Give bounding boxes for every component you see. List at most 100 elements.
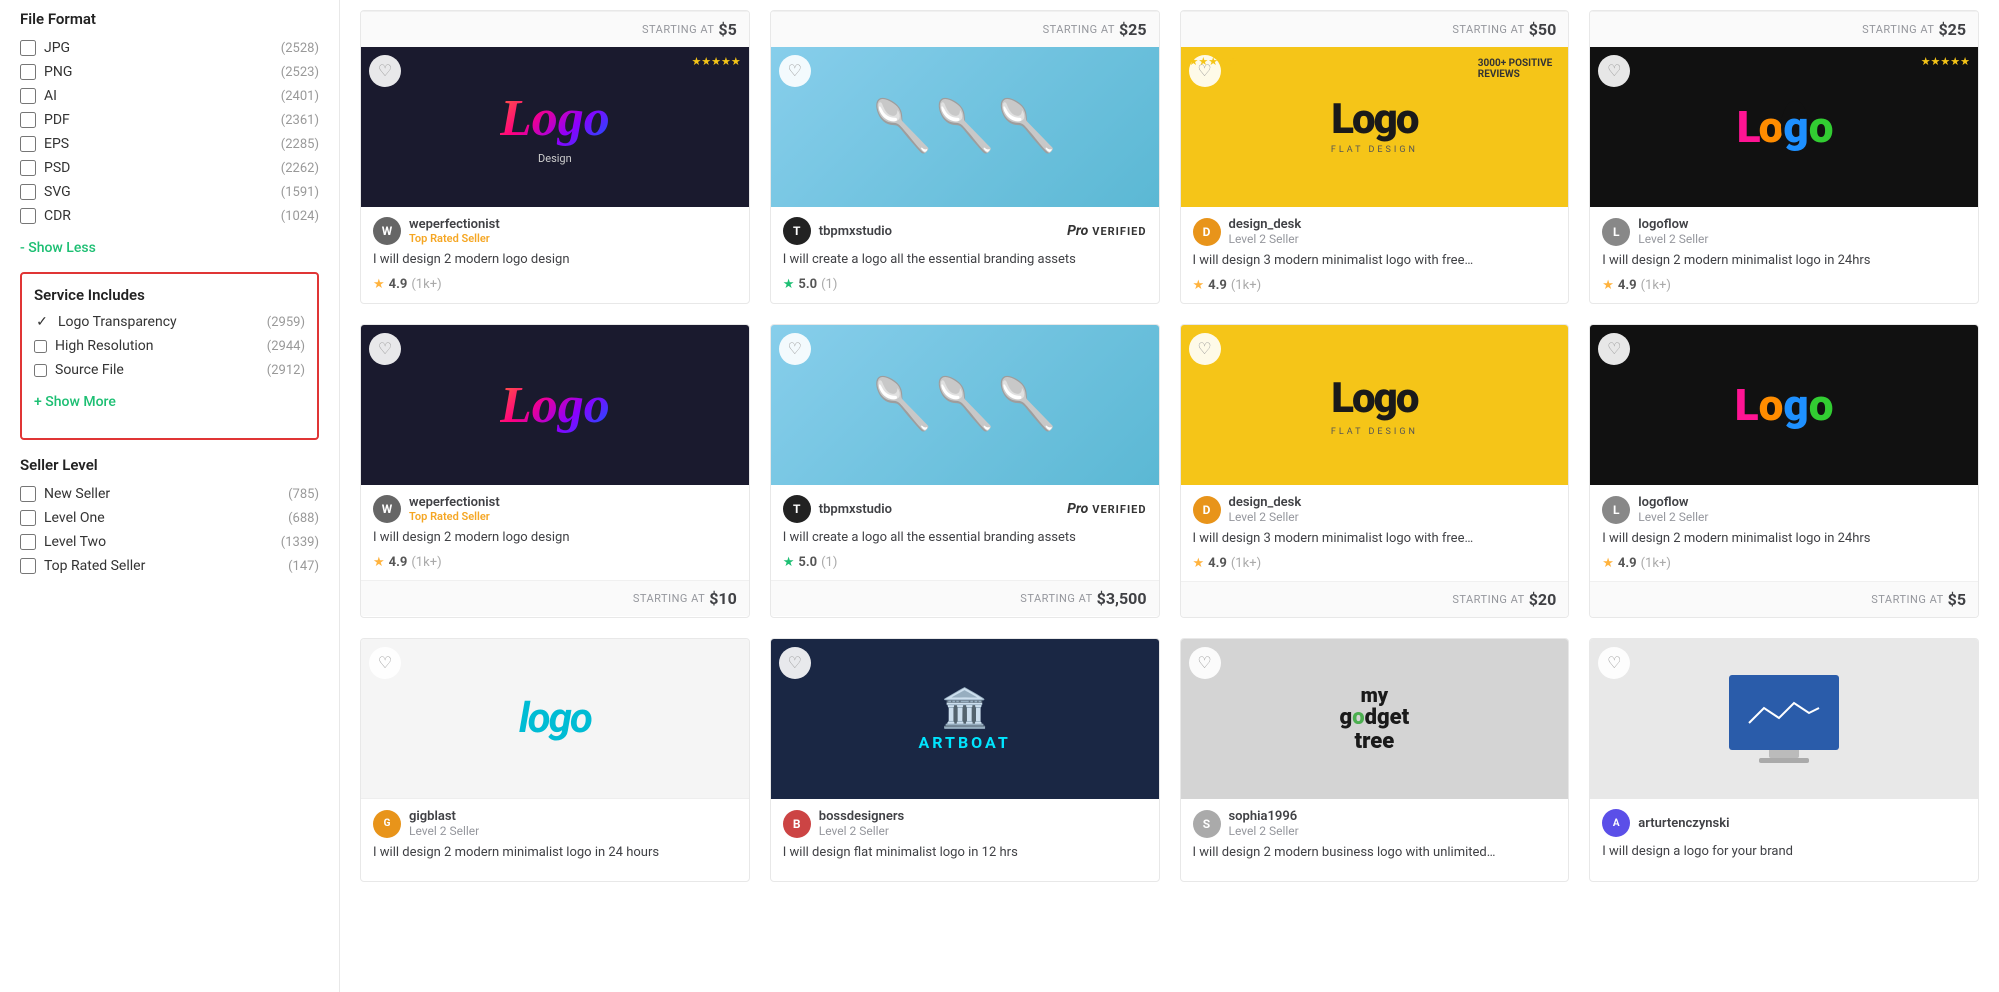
price-row-top-1: STARTING AT $5 [361,11,749,47]
rating-row: ★ 5.0 (1) [783,555,1147,570]
gig-info-r2-2: T tbpmxstudio Pro VERIFIED I will create… [771,485,1159,580]
count-source-file: (2912) [267,363,305,378]
count-ai: (2401) [281,89,319,104]
label-level-one: Level One [44,510,105,526]
rating-value: 4.9 [389,277,408,292]
checkbox-svg[interactable] [20,184,36,200]
flat-design: FLAT DESIGN [1331,427,1418,437]
gig-card-tbpmxstudio-r2[interactable]: ♡ 🥄🥄🥄 T tbpmxstudio Pro VERIFIED [770,324,1160,618]
gig-title: I will design 2 modern minimalist logo i… [1602,252,1966,270]
seller-level-badge: Top Rated Seller [409,232,500,245]
filter-eps: EPS (2285) [20,136,319,152]
gig-title: I will design 2 modern business logo wit… [1193,844,1557,862]
gig-image-gigblast: ♡ logo [361,639,749,799]
ribbon-text: 3000+ POSITIVEREVIEWS [1470,55,1560,83]
gig-image-sophia1996: ♡ my godget tree [1181,639,1569,799]
checkbox-pdf[interactable] [20,112,36,128]
logo-content: Logo FLAT DESIGN [1331,99,1418,155]
seller-row: W weperfectionist Top Rated Seller [373,495,737,523]
artboat-icon: 🏛️ [919,687,1011,731]
service-includes-section: Service Includes ✓ Logo Transparency (29… [20,272,319,440]
gig-card-weperfectionist-r2[interactable]: ♡ Logo W weperfectionist Top Rated Selle… [360,324,750,618]
gig-info-logoflow: L logoflow Level 2 Seller I will design … [1590,207,1978,303]
avatar: T [783,495,811,523]
checkbox-png[interactable] [20,64,36,80]
spoon-image-r2: 🥄🥄🥄 [871,376,1058,434]
price-value: $3,500 [1097,589,1147,608]
filter-cdr: CDR (1024) [20,208,319,224]
favorite-button[interactable]: ♡ [369,55,401,87]
favorite-button[interactable]: ♡ [1598,333,1630,365]
gig-card-tbpmxstudio[interactable]: STARTING AT $25 ♡ 🥄🥄🥄 T tbpmxstudio Pro [770,10,1160,304]
gig-card-logoflow-r2[interactable]: ♡ Logo L logoflow Level 2 Seller I will … [1589,324,1979,618]
gig-card-sophia1996[interactable]: ♡ my godget tree S sophia1996 Level 2 Se… [1180,638,1570,881]
checkbox-source-file[interactable] [34,364,47,377]
star-icon-teal: ★ [783,277,795,292]
filter-top-rated-seller: Top Rated Seller (147) [20,558,319,574]
filter-level-two: Level Two (1339) [20,534,319,550]
checkbox-cdr[interactable] [20,208,36,224]
price-row-top-3: STARTING AT $50 [1181,11,1569,47]
gig-image-logoflow: ♡ Logo ★★★★★ [1590,47,1978,207]
starting-at-label: STARTING AT [1862,23,1934,36]
count-top-rated-seller: (147) [288,559,319,574]
gig-info-r2-3: D design_desk Level 2 Seller I will desi… [1181,485,1569,581]
checkbox-level-two[interactable] [20,534,36,550]
gig-grid-main: STARTING AT $5 ♡ Logo Design ★★★★★ W w [340,0,1999,992]
seller-name: design_desk [1229,495,1302,510]
rating-row: ★ 4.9 (1k+) [373,555,737,570]
star-icon: ★ [373,277,385,292]
gig-card-weperfectionist[interactable]: STARTING AT $5 ♡ Logo Design ★★★★★ W w [360,10,750,304]
star-icon: ★ [1602,556,1614,571]
gig-title: I will create a logo all the essential b… [783,529,1147,547]
logo-text-flow: Logo [1737,101,1832,153]
favorite-button[interactable]: ♡ [369,647,401,679]
show-less-button[interactable]: - Show Less [20,240,96,256]
checkbox-new-seller[interactable] [20,486,36,502]
avatar: D [1193,218,1221,246]
pro-verified-badge-r2: Pro VERIFIED [1067,501,1146,517]
favorite-button[interactable]: ♡ [779,647,811,679]
gig-title: I will design 2 modern logo design [373,529,737,547]
checkbox-level-one[interactable] [20,510,36,526]
label-ai: AI [44,88,57,104]
gig-card-design-desk[interactable]: STARTING AT $50 ♡ Logo FLAT DESIGN 3000+… [1180,10,1570,304]
favorite-button[interactable]: ♡ [1189,647,1221,679]
favorite-button[interactable]: ♡ [369,333,401,365]
rating-row: ★ 4.9 (1k+) [1193,278,1557,293]
favorite-button[interactable]: ♡ [779,55,811,87]
gig-card-arturtenczynski[interactable]: ♡ A arturte [1589,638,1979,881]
favorite-button[interactable]: ♡ [1189,333,1221,365]
seller-name: gigblast [409,809,479,824]
star-icon: ★ [1193,556,1205,571]
favorite-button[interactable]: ♡ [779,333,811,365]
gig-info-bossdesigners: B bossdesigners Level 2 Seller I will de… [771,799,1159,880]
gig-title: I will create a logo all the essential b… [783,251,1147,269]
checkbox-eps[interactable] [20,136,36,152]
checkbox-ai[interactable] [20,88,36,104]
count-eps: (2285) [281,137,319,152]
gig-card-gigblast[interactable]: ♡ logo G gigblast Level 2 Seller I will … [360,638,750,881]
label-top-rated-seller: Top Rated Seller [44,558,145,574]
price-value: $10 [709,589,737,608]
checkbox-jpg[interactable] [20,40,36,56]
checkbox-top-rated-seller[interactable] [20,558,36,574]
gig-card-logoflow[interactable]: STARTING AT $25 ♡ Logo ★★★★★ L [1589,10,1979,304]
wave-chart [1744,693,1824,733]
seller-name: tbpmxstudio [819,502,892,517]
favorite-button[interactable]: ♡ [1598,55,1630,87]
favorite-button[interactable]: ♡ [1598,647,1630,679]
rating-count: (1k+) [1641,556,1671,571]
rating-row: ★ 4.9 (1k+) [1602,556,1966,571]
gig-card-design-desk-r2[interactable]: ♡ Logo FLAT DESIGN D design_desk Level 2… [1180,324,1570,618]
count-level-two: (1339) [281,535,319,550]
gig-card-bossdesigners[interactable]: ♡ 🏛️ ARTBOAT B bossdesigners Level 2 Sel… [770,638,1160,881]
starting-at-label: STARTING AT [1043,23,1115,36]
checkbox-high-resolution[interactable] [34,340,47,353]
filter-pdf: PDF (2361) [20,112,319,128]
count-level-one: (688) [288,511,319,526]
filter-source-file: Source File (2912) [34,362,305,378]
price-row-bottom-2: STARTING AT $3,500 [771,580,1159,616]
checkbox-psd[interactable] [20,160,36,176]
show-more-button[interactable]: + Show More [34,394,116,410]
